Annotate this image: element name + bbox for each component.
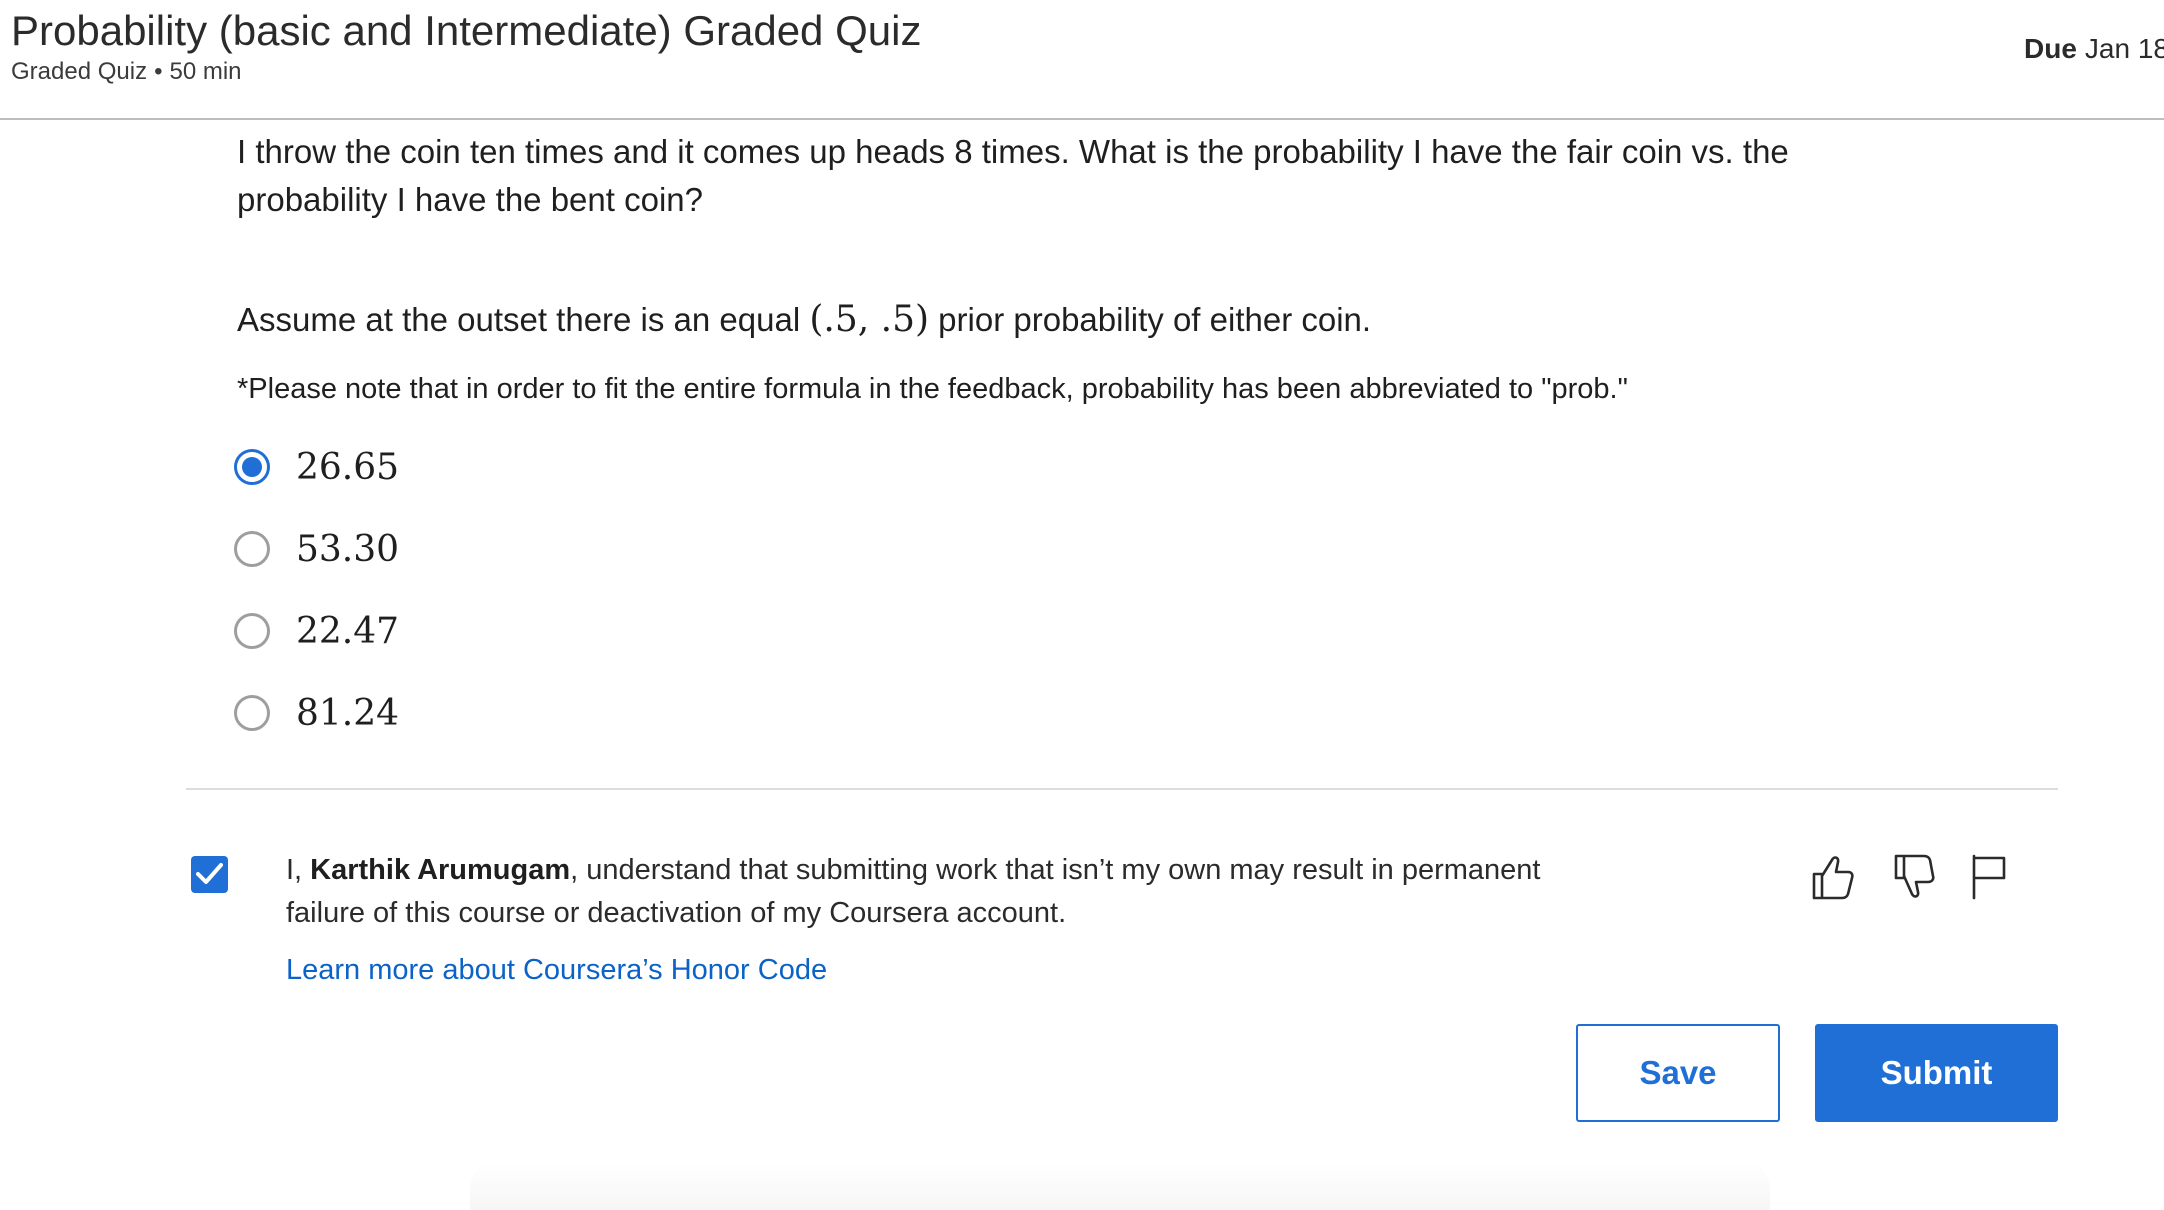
radio-selected[interactable] [234, 449, 270, 485]
learner-name: Karthik Arumugam [310, 854, 571, 886]
honor-code-statement: I, Karthik Arumugam, understand that sub… [286, 849, 1626, 935]
answer-option[interactable]: 81.24 [234, 686, 834, 746]
thumbs-up-icon[interactable] [1808, 852, 1856, 902]
question-text: I throw the coin ten times and it comes … [237, 133, 1789, 218]
submit-button[interactable]: Submit [1815, 1024, 2058, 1122]
section-divider [186, 788, 2058, 790]
option-label: 26.65 [296, 447, 400, 488]
answer-option[interactable]: 26.65 [234, 440, 834, 500]
due-label: Due [2024, 33, 2077, 64]
due-date: Due Jan 18 [2024, 32, 2164, 66]
honor-code-link[interactable]: Learn more about Coursera’s Honor Code [286, 950, 827, 990]
quiz-header: Probability (basic and Intermediate) Gra… [0, 0, 2164, 120]
answer-option[interactable]: 22.47 [234, 604, 834, 664]
answer-option[interactable]: 53.30 [234, 522, 834, 582]
quiz-meta: Graded Quiz • 50 min [11, 57, 242, 87]
question-assumption: Assume at the outset there is an equal (… [237, 296, 1937, 344]
quiz-duration: 50 min [169, 58, 242, 85]
assumption-suffix: prior probability of either coin. [929, 301, 1372, 338]
radio-unselected[interactable] [234, 613, 270, 649]
question-note: *Please note that in order to fit the en… [237, 373, 1628, 405]
radio-unselected[interactable] [234, 695, 270, 731]
honor-code-checkbox[interactable] [191, 856, 228, 893]
assumption-prefix: Assume at the outset there is an equal [237, 301, 810, 338]
radio-unselected[interactable] [234, 531, 270, 567]
honor-prefix: I, [286, 854, 311, 886]
meta-separator: • [154, 58, 163, 85]
flag-icon[interactable] [1966, 852, 2014, 902]
quiz-page: Probability (basic and Intermediate) Gra… [0, 0, 2164, 1210]
save-button[interactable]: Save [1576, 1024, 1780, 1122]
quiz-type: Graded Quiz [11, 58, 148, 85]
page-title: Probability (basic and Intermediate) Gra… [11, 7, 922, 54]
option-label: 53.30 [296, 529, 400, 570]
due-value: Jan 18 [2084, 33, 2164, 64]
option-label: 81.24 [296, 693, 400, 734]
assumption-math: (.5, .5) [809, 299, 930, 340]
thumbs-down-icon[interactable] [1890, 852, 1938, 902]
option-label: 22.47 [296, 611, 400, 652]
checkmark-icon [196, 863, 223, 884]
footer-shadow [470, 1160, 1770, 1210]
